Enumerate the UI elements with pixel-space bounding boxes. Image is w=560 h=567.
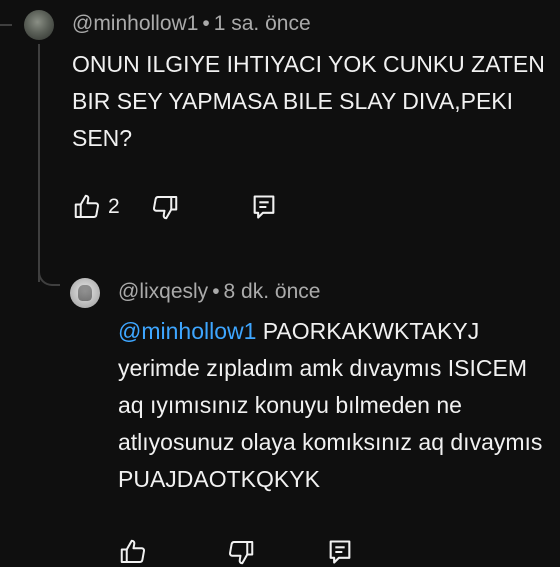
dislike-button[interactable]	[150, 192, 250, 222]
dislike-icon	[226, 537, 256, 567]
like-button[interactable]	[118, 537, 226, 567]
thread-curve	[38, 262, 60, 286]
like-button[interactable]: 2	[72, 192, 150, 222]
comment-meta: @minhollow1 • 1 sa. önce	[72, 12, 311, 36]
reply-time[interactable]: 8 dk. önce	[224, 280, 321, 303]
reply-button[interactable]	[326, 537, 354, 567]
meta-separator: •	[212, 280, 220, 303]
reply-icon	[250, 192, 278, 222]
reply-body: PAORKAKWKTAKYJ yerimde zıpladım amk dıva…	[118, 318, 543, 492]
comment-text: ONUN ILGIYE IHTIYACI YOK CUNKU ZATEN BIR…	[72, 51, 545, 151]
thread-connector-top	[0, 24, 12, 26]
comment-time[interactable]: 1 sa. önce	[214, 12, 311, 35]
reply-author[interactable]: @lixqesly	[118, 280, 208, 303]
reply-button[interactable]	[250, 192, 278, 222]
dislike-icon	[150, 192, 180, 222]
like-icon	[72, 192, 102, 222]
like-icon	[118, 537, 148, 567]
reply-icon	[326, 537, 354, 567]
meta-separator: •	[202, 12, 210, 35]
reply-meta: @lixqesly • 8 dk. önce	[118, 280, 320, 304]
like-count: 2	[108, 195, 120, 218]
thread-line	[38, 44, 40, 282]
comment-actions: 2	[72, 192, 278, 222]
mention-link[interactable]: @minhollow1	[118, 318, 256, 344]
comment-author[interactable]: @minhollow1	[72, 12, 198, 35]
avatar[interactable]	[70, 278, 100, 308]
avatar[interactable]	[24, 10, 54, 40]
reply-actions	[118, 537, 354, 567]
dislike-button[interactable]	[226, 537, 326, 567]
reply-text: @minhollow1 PAORKAKWKTAKYJ yerimde zıpla…	[118, 313, 558, 498]
